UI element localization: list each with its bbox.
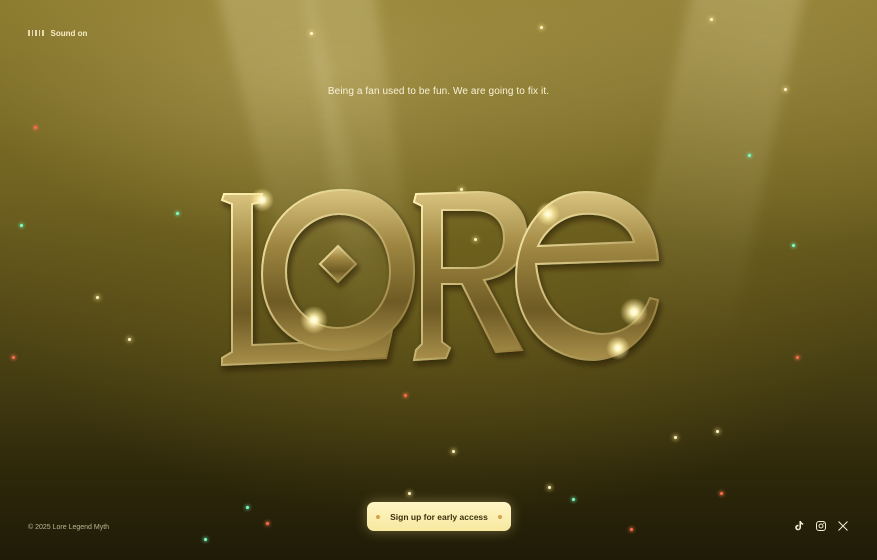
copyright: © 2025 Lore Legend Myth bbox=[28, 524, 110, 531]
sparkle bbox=[176, 212, 179, 215]
sparkle bbox=[474, 238, 477, 241]
sparkle bbox=[784, 88, 787, 91]
sound-toggle[interactable]: Sound on bbox=[28, 28, 87, 38]
logo-glint bbox=[300, 306, 328, 334]
logo-glint bbox=[620, 298, 648, 326]
sparkle bbox=[630, 528, 633, 531]
logo-glint bbox=[606, 336, 630, 360]
sparkle bbox=[716, 430, 719, 433]
x-icon[interactable] bbox=[837, 520, 849, 532]
sparkle bbox=[96, 296, 99, 299]
sparkle bbox=[12, 356, 15, 359]
lore-logo-mark bbox=[220, 188, 660, 367]
sparkle bbox=[548, 486, 551, 489]
sound-bars-icon bbox=[28, 28, 44, 38]
sparkle bbox=[408, 492, 411, 495]
sparkle bbox=[674, 436, 677, 439]
sparkle bbox=[404, 394, 407, 397]
sound-toggle-label: Sound on bbox=[50, 28, 88, 38]
sparkle bbox=[20, 224, 23, 227]
social-links bbox=[793, 520, 849, 532]
sparkle bbox=[710, 18, 713, 21]
sparkle bbox=[540, 26, 543, 29]
sparkle bbox=[452, 450, 455, 453]
signup-button-label: Sign up for early access bbox=[390, 511, 488, 522]
sparkle bbox=[204, 538, 207, 541]
sparkle bbox=[792, 244, 795, 247]
sparkle bbox=[460, 188, 463, 191]
sparkle bbox=[246, 506, 249, 509]
tagline: Being a fan used to be fun. We are going… bbox=[327, 86, 550, 97]
sparkle bbox=[128, 338, 131, 341]
sparkle bbox=[748, 154, 751, 157]
signup-button[interactable]: Sign up for early access bbox=[367, 502, 511, 531]
sparkle bbox=[572, 498, 575, 501]
sparkle bbox=[720, 492, 723, 495]
instagram-icon[interactable] bbox=[815, 520, 827, 532]
sparkle bbox=[796, 356, 799, 359]
tiktok-icon[interactable] bbox=[793, 520, 805, 532]
logo-glint bbox=[250, 188, 274, 212]
lore-logo bbox=[210, 180, 670, 380]
sparkle bbox=[310, 32, 313, 35]
cta-dot-icon bbox=[497, 514, 502, 519]
cta-dot-icon bbox=[376, 514, 381, 519]
sparkle bbox=[34, 126, 37, 129]
logo-glint bbox=[536, 202, 560, 226]
sparkle bbox=[266, 522, 269, 525]
